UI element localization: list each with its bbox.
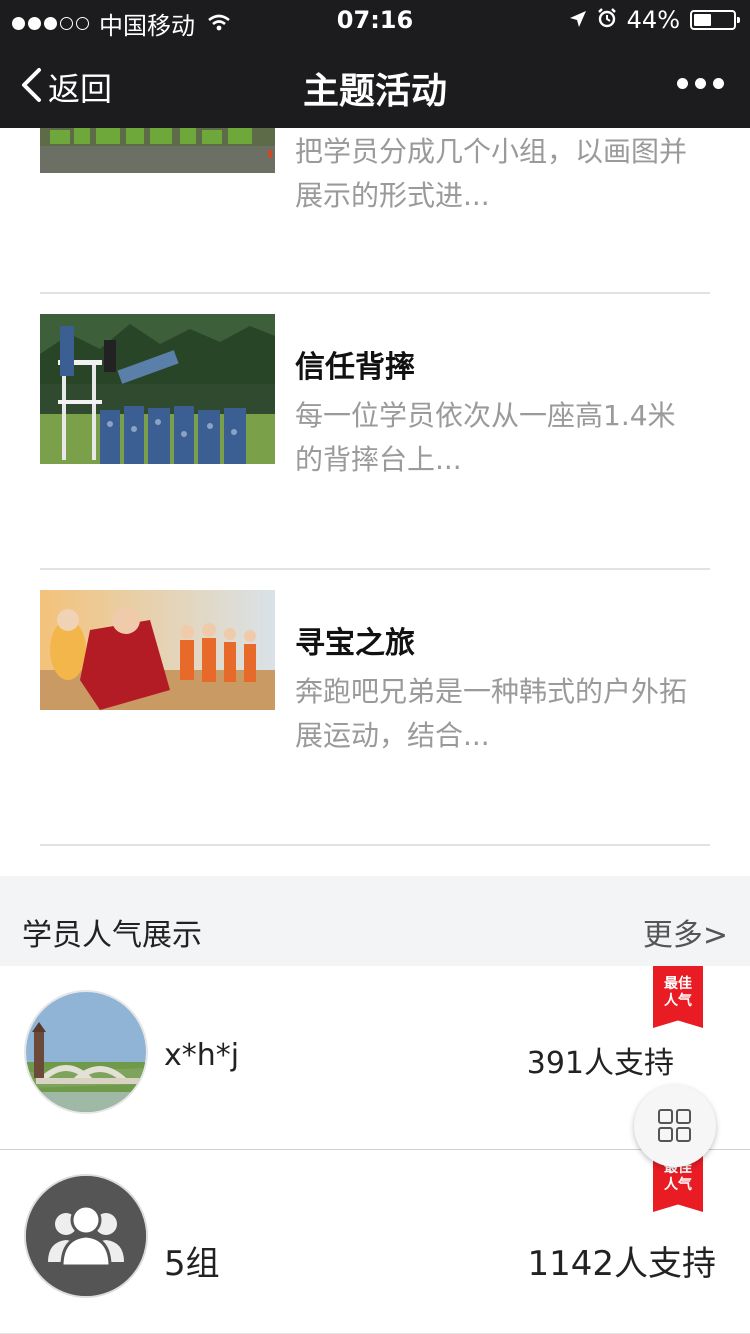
article-thumbnail	[40, 314, 275, 464]
badge-line2: 人气	[664, 993, 692, 1009]
support-count: 391人支持	[526, 1046, 674, 1081]
user-name: 5组	[164, 1244, 220, 1284]
best-popularity-badge: 最佳 人气	[653, 966, 703, 1028]
article-summary: 奔跑吧兄弟是一种韩式的户外拓展运动，结合...	[295, 675, 688, 752]
section-title: 学员人气展示	[22, 918, 202, 953]
more-link[interactable]: 更多>	[643, 910, 728, 954]
alarm-icon	[597, 6, 617, 34]
grid-menu-button[interactable]	[634, 1085, 716, 1167]
user-name: x*h*j	[164, 1038, 240, 1073]
article-summary: 把学员分成几个小组，以画图并展示的形式进...	[295, 135, 688, 212]
status-bar: 中国移动 07:16 44%	[0, 0, 750, 40]
article-title: 寻宝之旅	[295, 626, 415, 661]
article-title: 信任背摔	[295, 350, 415, 385]
badge-line2: 人气	[664, 1177, 692, 1193]
user-row[interactable]: 5组 1142人支持 最佳 人气	[0, 1150, 750, 1334]
location-icon	[569, 6, 587, 34]
grid-icon	[658, 1109, 692, 1147]
article-item[interactable]: 信任背摔 每一位学员依次从一座高1.4米的背摔台上...	[40, 294, 710, 570]
section-header: 学员人气展示 更多>	[0, 876, 750, 966]
avatar	[24, 1174, 148, 1298]
avatar	[24, 990, 148, 1114]
battery-icon	[690, 10, 740, 30]
nav-bar: 返回 主题活动	[0, 40, 750, 128]
article-item[interactable]: 寻宝之旅 奔跑吧兄弟是一种韩式的户外拓展运动，结合...	[40, 570, 710, 846]
badge-line1: 最佳	[664, 976, 692, 992]
group-icon	[26, 1176, 146, 1296]
article-summary: 每一位学员依次从一座高1.4米的背摔台上...	[295, 399, 676, 476]
article-thumbnail	[40, 590, 275, 740]
battery-percent: 44%	[626, 6, 680, 34]
more-dots-icon[interactable]	[677, 78, 724, 89]
battery-level	[694, 14, 711, 26]
support-count: 1142人支持	[527, 1244, 716, 1284]
page-title: 主题活动	[302, 71, 447, 112]
